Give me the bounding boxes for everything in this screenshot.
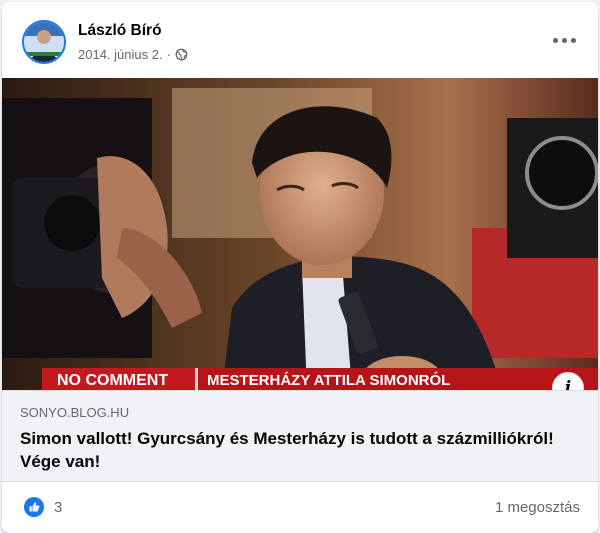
post-card: László Bíró 2014. június 2. · NO COMMENT…	[2, 2, 598, 533]
author-name[interactable]: László Bíró	[78, 22, 162, 40]
post-footer: 3 1 megosztás	[2, 482, 598, 533]
like-count[interactable]: 3	[54, 499, 62, 516]
link-headline[interactable]: Simon vallott! Gyurcsány és Mesterházy i…	[20, 427, 560, 473]
more-dot	[561, 37, 567, 43]
link-domain: SONYO.BLOG.HU	[20, 405, 130, 420]
author-avatar[interactable]	[22, 20, 66, 64]
like-icon[interactable]	[24, 497, 44, 517]
more-options-icon[interactable]	[546, 28, 582, 52]
link-preview-image[interactable]: NO COMMENT MESTERHÁZY ATTILA SIMONRÓL	[2, 78, 598, 390]
post-meta: 2014. június 2. ·	[78, 47, 188, 62]
press-scene-image: NO COMMENT MESTERHÁZY ATTILA SIMONRÓL	[2, 78, 598, 390]
date-separator: ·	[166, 47, 171, 62]
lower-third-left: NO COMMENT	[57, 372, 168, 389]
more-dot	[570, 37, 576, 43]
post-date[interactable]: 2014. június 2.	[78, 47, 163, 62]
post-header: László Bíró 2014. június 2. ·	[2, 2, 598, 78]
more-dot	[552, 37, 558, 43]
link-preview[interactable]: SONYO.BLOG.HU Simon vallott! Gyurcsány é…	[2, 390, 598, 482]
share-count[interactable]: 1 megosztás	[495, 499, 580, 516]
lower-third-right: MESTERHÁZY ATTILA SIMONRÓL	[207, 371, 450, 389]
globe-icon[interactable]	[175, 48, 188, 61]
